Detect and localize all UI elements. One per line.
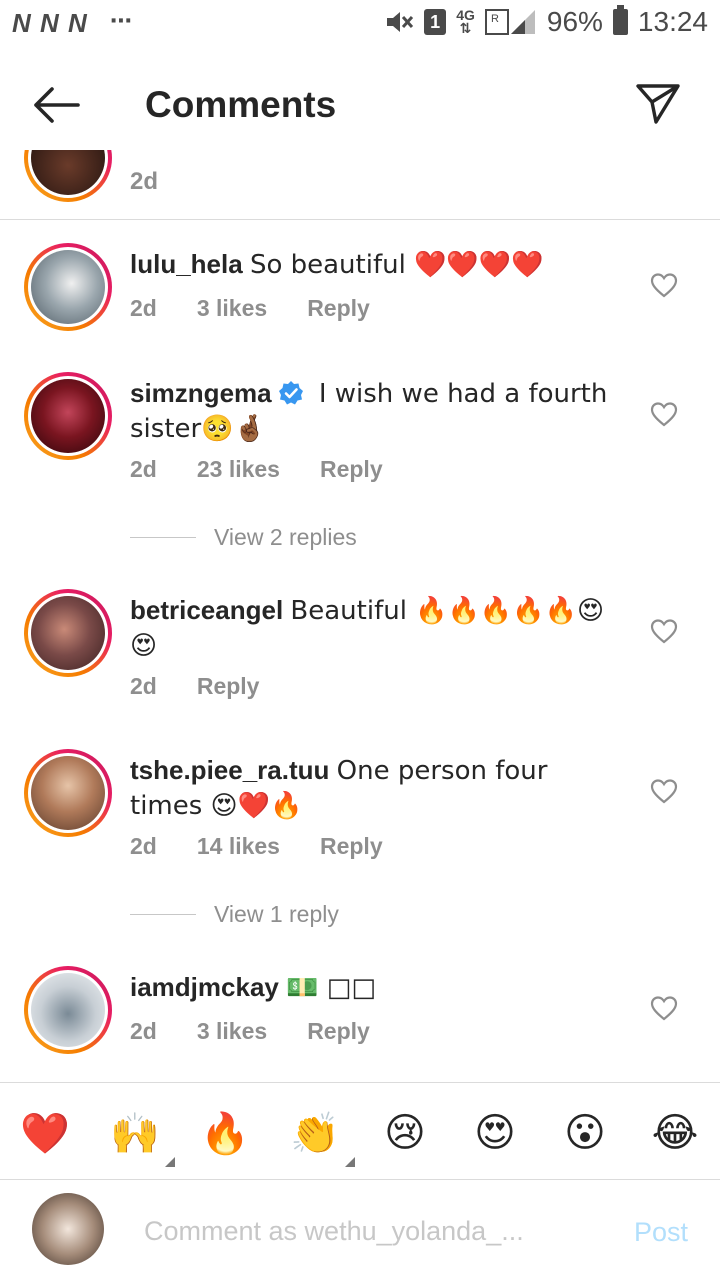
view-replies-label: View 1 reply [214, 901, 339, 927]
comment-body: 💵 □□ [286, 973, 376, 1003]
reply-button[interactable]: Reply [307, 295, 370, 322]
mute-icon [387, 12, 414, 32]
comment-likes[interactable]: 3 likes [197, 1018, 267, 1045]
emoji-laughing-button[interactable]: 😂 [645, 1103, 705, 1163]
signal-icon: R [484, 9, 535, 35]
comment-time: 2d [130, 456, 157, 482]
like-heart-icon[interactable] [650, 618, 678, 644]
notification-icons: N N N ⋯ [12, 8, 134, 39]
reply-button[interactable]: Reply [320, 833, 383, 860]
header: Comments [0, 60, 720, 150]
network-type-icon: 4G ⇅ [456, 7, 475, 36]
like-heart-icon[interactable] [650, 778, 678, 804]
comment-meta: 2d 3 likes Reply [130, 295, 370, 322]
system-indicators: 1 4G ⇅ R 96% 13:24 [384, 5, 708, 38]
comment-username[interactable]: simzngema [130, 378, 272, 408]
caption-row: 2d [0, 150, 720, 220]
current-user-avatar [32, 1193, 104, 1265]
battery-icon [612, 5, 628, 35]
reply-button[interactable]: Reply [320, 456, 383, 483]
comment-time: 2d [130, 1018, 157, 1044]
comment-composer: Post [0, 1181, 720, 1280]
emoji-heart-eyes-button[interactable]: 😍 [465, 1103, 525, 1163]
post-button[interactable]: Post [634, 1217, 688, 1248]
quick-emoji-bar: ❤️ 🙌 🔥 👏 😢 😍 😮 😂 [0, 1082, 720, 1180]
comment-username[interactable]: betriceangel [130, 595, 283, 625]
reply-button[interactable]: Reply [197, 673, 260, 700]
comment-likes[interactable]: 3 likes [197, 295, 267, 322]
comment-likes[interactable]: 14 likes [197, 833, 280, 860]
emoji-surprised-button[interactable]: 😮 [555, 1103, 615, 1163]
divider [130, 537, 196, 538]
page-title: Comments [145, 84, 337, 125]
comment-text: betriceangel Beautiful 🔥🔥🔥🔥🔥😍😍 [130, 593, 615, 663]
sim-icon: 1 [424, 9, 447, 35]
avatar[interactable] [24, 966, 112, 1054]
avatar[interactable] [24, 749, 112, 837]
comment-body: So beautiful ❤️❤️❤️❤️ [249, 250, 544, 280]
reply-button[interactable]: Reply [307, 1018, 370, 1045]
comment-username[interactable]: lulu_hela [130, 249, 243, 279]
caption-avatar[interactable] [24, 150, 112, 202]
comment-meta: 2d 3 likes Reply [130, 1018, 370, 1045]
comment-meta: 2d Reply [130, 673, 259, 700]
comment-input[interactable] [144, 1211, 594, 1251]
comment-meta: 2d 23 likes Reply [130, 456, 383, 483]
emoji-cry-button[interactable]: 😢 [375, 1103, 435, 1163]
comment-text: iamdjmckay 💵 □□ [130, 970, 615, 1005]
like-heart-icon[interactable] [650, 995, 678, 1021]
skin-tone-indicator [165, 1157, 175, 1167]
network-notification-icons: N N N [12, 8, 88, 38]
view-replies-button[interactable]: View 1 reply [130, 901, 339, 928]
svg-text:R: R [491, 13, 499, 25]
like-heart-icon[interactable] [650, 272, 678, 298]
comment-likes[interactable]: 23 likes [197, 456, 280, 483]
emoji-fire-button[interactable]: 🔥 [195, 1103, 255, 1163]
avatar[interactable] [24, 243, 112, 331]
view-replies-button[interactable]: View 2 replies [130, 524, 357, 551]
comment-text: tshe.piee_ra.tuu One person four times 😍… [130, 753, 615, 823]
emoji-heart-button[interactable]: ❤️ [15, 1103, 75, 1163]
comment-meta: 2d 14 likes Reply [130, 833, 383, 860]
comment-time: 2d [130, 295, 157, 321]
battery-percent: 96% [546, 6, 603, 37]
comment-username[interactable]: iamdjmckay [130, 972, 279, 1002]
verified-badge-icon [278, 381, 303, 405]
avatar[interactable] [24, 372, 112, 460]
direct-send-icon[interactable] [634, 80, 682, 128]
view-replies-label: View 2 replies [214, 524, 357, 550]
back-arrow-icon[interactable] [30, 82, 82, 128]
emoji-clap-button[interactable]: 👏 [285, 1103, 355, 1167]
divider [130, 914, 196, 915]
avatar[interactable] [24, 589, 112, 677]
caption-timestamp: 2d [130, 168, 159, 195]
comment-time: 2d [130, 673, 157, 699]
skin-tone-indicator [345, 1157, 355, 1167]
more-notifications-icon: ⋯ [110, 8, 135, 33]
comment-text: simzngema I wish we had a fourth sister🥺… [130, 376, 615, 446]
emoji-raised-hands-button[interactable]: 🙌 [105, 1103, 175, 1167]
clock: 13:24 [637, 6, 708, 37]
status-bar: N N N ⋯ 1 4G ⇅ R 96% 13:24 [0, 0, 720, 50]
comment-text: lulu_hela So beautiful ❤️❤️❤️❤️ [130, 247, 615, 282]
like-heart-icon[interactable] [650, 401, 678, 427]
comment-username[interactable]: tshe.piee_ra.tuu [130, 755, 329, 785]
comment-time: 2d [130, 833, 157, 859]
